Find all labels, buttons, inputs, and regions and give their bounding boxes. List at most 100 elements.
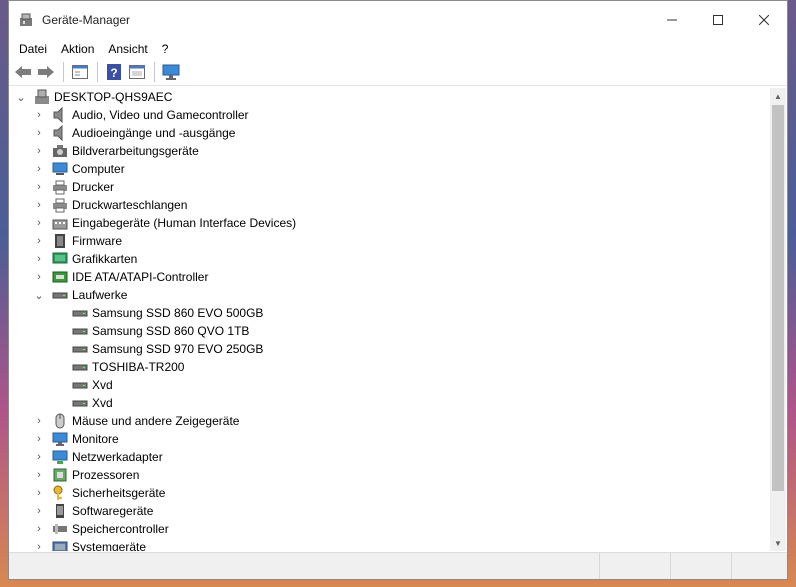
- computer-icon: [52, 161, 68, 177]
- tree-category[interactable]: › Audioeingänge und -ausgänge: [10, 124, 772, 142]
- tree-category[interactable]: › Prozessoren: [10, 466, 772, 484]
- back-button[interactable]: [12, 61, 34, 83]
- status-pane: [600, 553, 671, 579]
- tree-category[interactable]: › Systemgeräte: [10, 538, 772, 551]
- details-icon: [129, 65, 145, 79]
- chevron-right-icon[interactable]: ›: [34, 181, 44, 193]
- help-icon: ?: [107, 64, 121, 80]
- device-label: Samsung SSD 860 EVO 500GB: [92, 306, 264, 320]
- menu-datei[interactable]: Datei: [12, 42, 54, 56]
- chevron-right-icon[interactable]: ›: [34, 199, 44, 211]
- properties-button[interactable]: [69, 61, 91, 83]
- details-button[interactable]: [126, 61, 148, 83]
- tree-root[interactable]: ⌄ DESKTOP-QHS9AEC: [10, 88, 772, 106]
- category-label: IDE ATA/ATAPI-Controller: [72, 270, 209, 284]
- title-bar: Geräte-Manager: [9, 1, 787, 39]
- root-label: DESKTOP-QHS9AEC: [54, 90, 173, 104]
- mouse-icon: [52, 413, 68, 429]
- drive-icon: [72, 377, 88, 393]
- chevron-right-icon[interactable]: ›: [34, 109, 44, 121]
- scroll-up-arrow[interactable]: ▲: [770, 88, 786, 104]
- device-tree[interactable]: ⌄ DESKTOP-QHS9AEC › Audio, Video und Game…: [10, 88, 772, 551]
- status-pane: [671, 553, 732, 579]
- back-icon: [15, 66, 31, 78]
- speaker-icon: [52, 106, 68, 124]
- menu-help[interactable]: ?: [155, 42, 176, 56]
- tree-category[interactable]: › Drucker: [10, 178, 772, 196]
- speaker-icon: [52, 124, 68, 142]
- tree-device[interactable]: Samsung SSD 860 QVO 1TB: [10, 322, 772, 340]
- category-label: Prozessoren: [72, 468, 140, 482]
- device-label: Samsung SSD 860 QVO 1TB: [92, 324, 250, 338]
- chevron-right-icon[interactable]: ›: [34, 271, 44, 283]
- tree-category[interactable]: › Mäuse und andere Zeigegeräte: [10, 412, 772, 430]
- tree-device[interactable]: Samsung SSD 860 EVO 500GB: [10, 304, 772, 322]
- chevron-right-icon[interactable]: ›: [34, 145, 44, 157]
- chevron-right-icon[interactable]: ›: [34, 127, 44, 139]
- chevron-right-icon[interactable]: ›: [34, 415, 44, 427]
- tree-category[interactable]: › Firmware: [10, 232, 772, 250]
- scroll-down-arrow[interactable]: ▼: [770, 535, 786, 551]
- tree-category[interactable]: › Druckwarteschlangen: [10, 196, 772, 214]
- minimize-button[interactable]: [649, 1, 695, 39]
- chevron-right-icon[interactable]: ›: [34, 235, 44, 247]
- tree-category[interactable]: › Grafikkarten: [10, 250, 772, 268]
- scroll-thumb[interactable]: [772, 105, 784, 491]
- tree-category[interactable]: › Netzwerkadapter: [10, 448, 772, 466]
- chevron-right-icon[interactable]: ›: [34, 469, 44, 481]
- chevron-right-icon[interactable]: ›: [34, 541, 44, 551]
- category-label: Laufwerke: [72, 288, 128, 302]
- chevron-right-icon[interactable]: ›: [34, 433, 44, 445]
- menu-aktion[interactable]: Aktion: [54, 42, 101, 56]
- tree-device[interactable]: Samsung SSD 970 EVO 250GB: [10, 340, 772, 358]
- category-label: Eingabegeräte (Human Interface Devices): [72, 216, 297, 230]
- system-device-icon: [52, 539, 68, 551]
- chevron-down-icon[interactable]: ⌄: [16, 92, 26, 104]
- tree-category[interactable]: › Speichercontroller: [10, 520, 772, 538]
- close-button[interactable]: [741, 1, 787, 39]
- chevron-right-icon[interactable]: ›: [34, 217, 44, 229]
- chevron-right-icon[interactable]: ›: [34, 487, 44, 499]
- vertical-scrollbar[interactable]: ▲ ▼: [770, 88, 786, 551]
- menu-ansicht[interactable]: Ansicht: [101, 42, 154, 56]
- device-label: Xvd: [92, 396, 113, 410]
- chevron-right-icon[interactable]: ›: [34, 163, 44, 175]
- drive-icon: [72, 359, 88, 375]
- tree-category[interactable]: › Computer: [10, 160, 772, 178]
- device-manager-window: Geräte-Manager Datei Aktion Ansicht ? ?: [8, 0, 788, 580]
- tree-category[interactable]: › IDE ATA/ATAPI-Controller: [10, 268, 772, 286]
- tree-category[interactable]: › Monitore: [10, 430, 772, 448]
- category-label: Computer: [72, 162, 125, 176]
- category-label: Mäuse und andere Zeigegeräte: [72, 414, 240, 428]
- tree-category[interactable]: › Bildverarbeitungsgeräte: [10, 142, 772, 160]
- status-bar: [9, 552, 787, 579]
- category-label: Softwaregeräte: [72, 504, 154, 518]
- cpu-icon: [52, 467, 68, 483]
- properties-icon: [72, 65, 88, 79]
- tree-category[interactable]: › Softwaregeräte: [10, 502, 772, 520]
- category-label: Bildverarbeitungsgeräte: [72, 144, 199, 158]
- tree-category[interactable]: ⌄ Laufwerke: [10, 286, 772, 304]
- chevron-right-icon[interactable]: ›: [34, 505, 44, 517]
- category-label: Firmware: [72, 234, 122, 248]
- tree-device[interactable]: Xvd: [10, 376, 772, 394]
- help-button[interactable]: ?: [103, 61, 125, 83]
- maximize-button[interactable]: [695, 1, 741, 39]
- chevron-right-icon[interactable]: ›: [34, 451, 44, 463]
- category-label: Drucker: [72, 180, 115, 194]
- tree-category[interactable]: › Sicherheitsgeräte: [10, 484, 772, 502]
- drive-icon: [72, 305, 88, 321]
- scan-hardware-button[interactable]: [160, 61, 182, 83]
- controller-icon: [52, 269, 68, 285]
- toolbar: ?: [9, 59, 787, 86]
- chevron-down-icon[interactable]: ⌄: [34, 290, 44, 302]
- tree-category[interactable]: › Eingabegeräte (Human Interface Devices): [10, 214, 772, 232]
- tree-category[interactable]: › Audio, Video und Gamecontroller: [10, 106, 772, 124]
- network-icon: [52, 449, 68, 465]
- chevron-right-icon[interactable]: ›: [34, 253, 44, 265]
- tree-device[interactable]: TOSHIBA-TR200: [10, 358, 772, 376]
- tree-device[interactable]: Xvd: [10, 394, 772, 412]
- drive-icon: [72, 323, 88, 339]
- forward-button[interactable]: [35, 61, 57, 83]
- chevron-right-icon[interactable]: ›: [34, 523, 44, 535]
